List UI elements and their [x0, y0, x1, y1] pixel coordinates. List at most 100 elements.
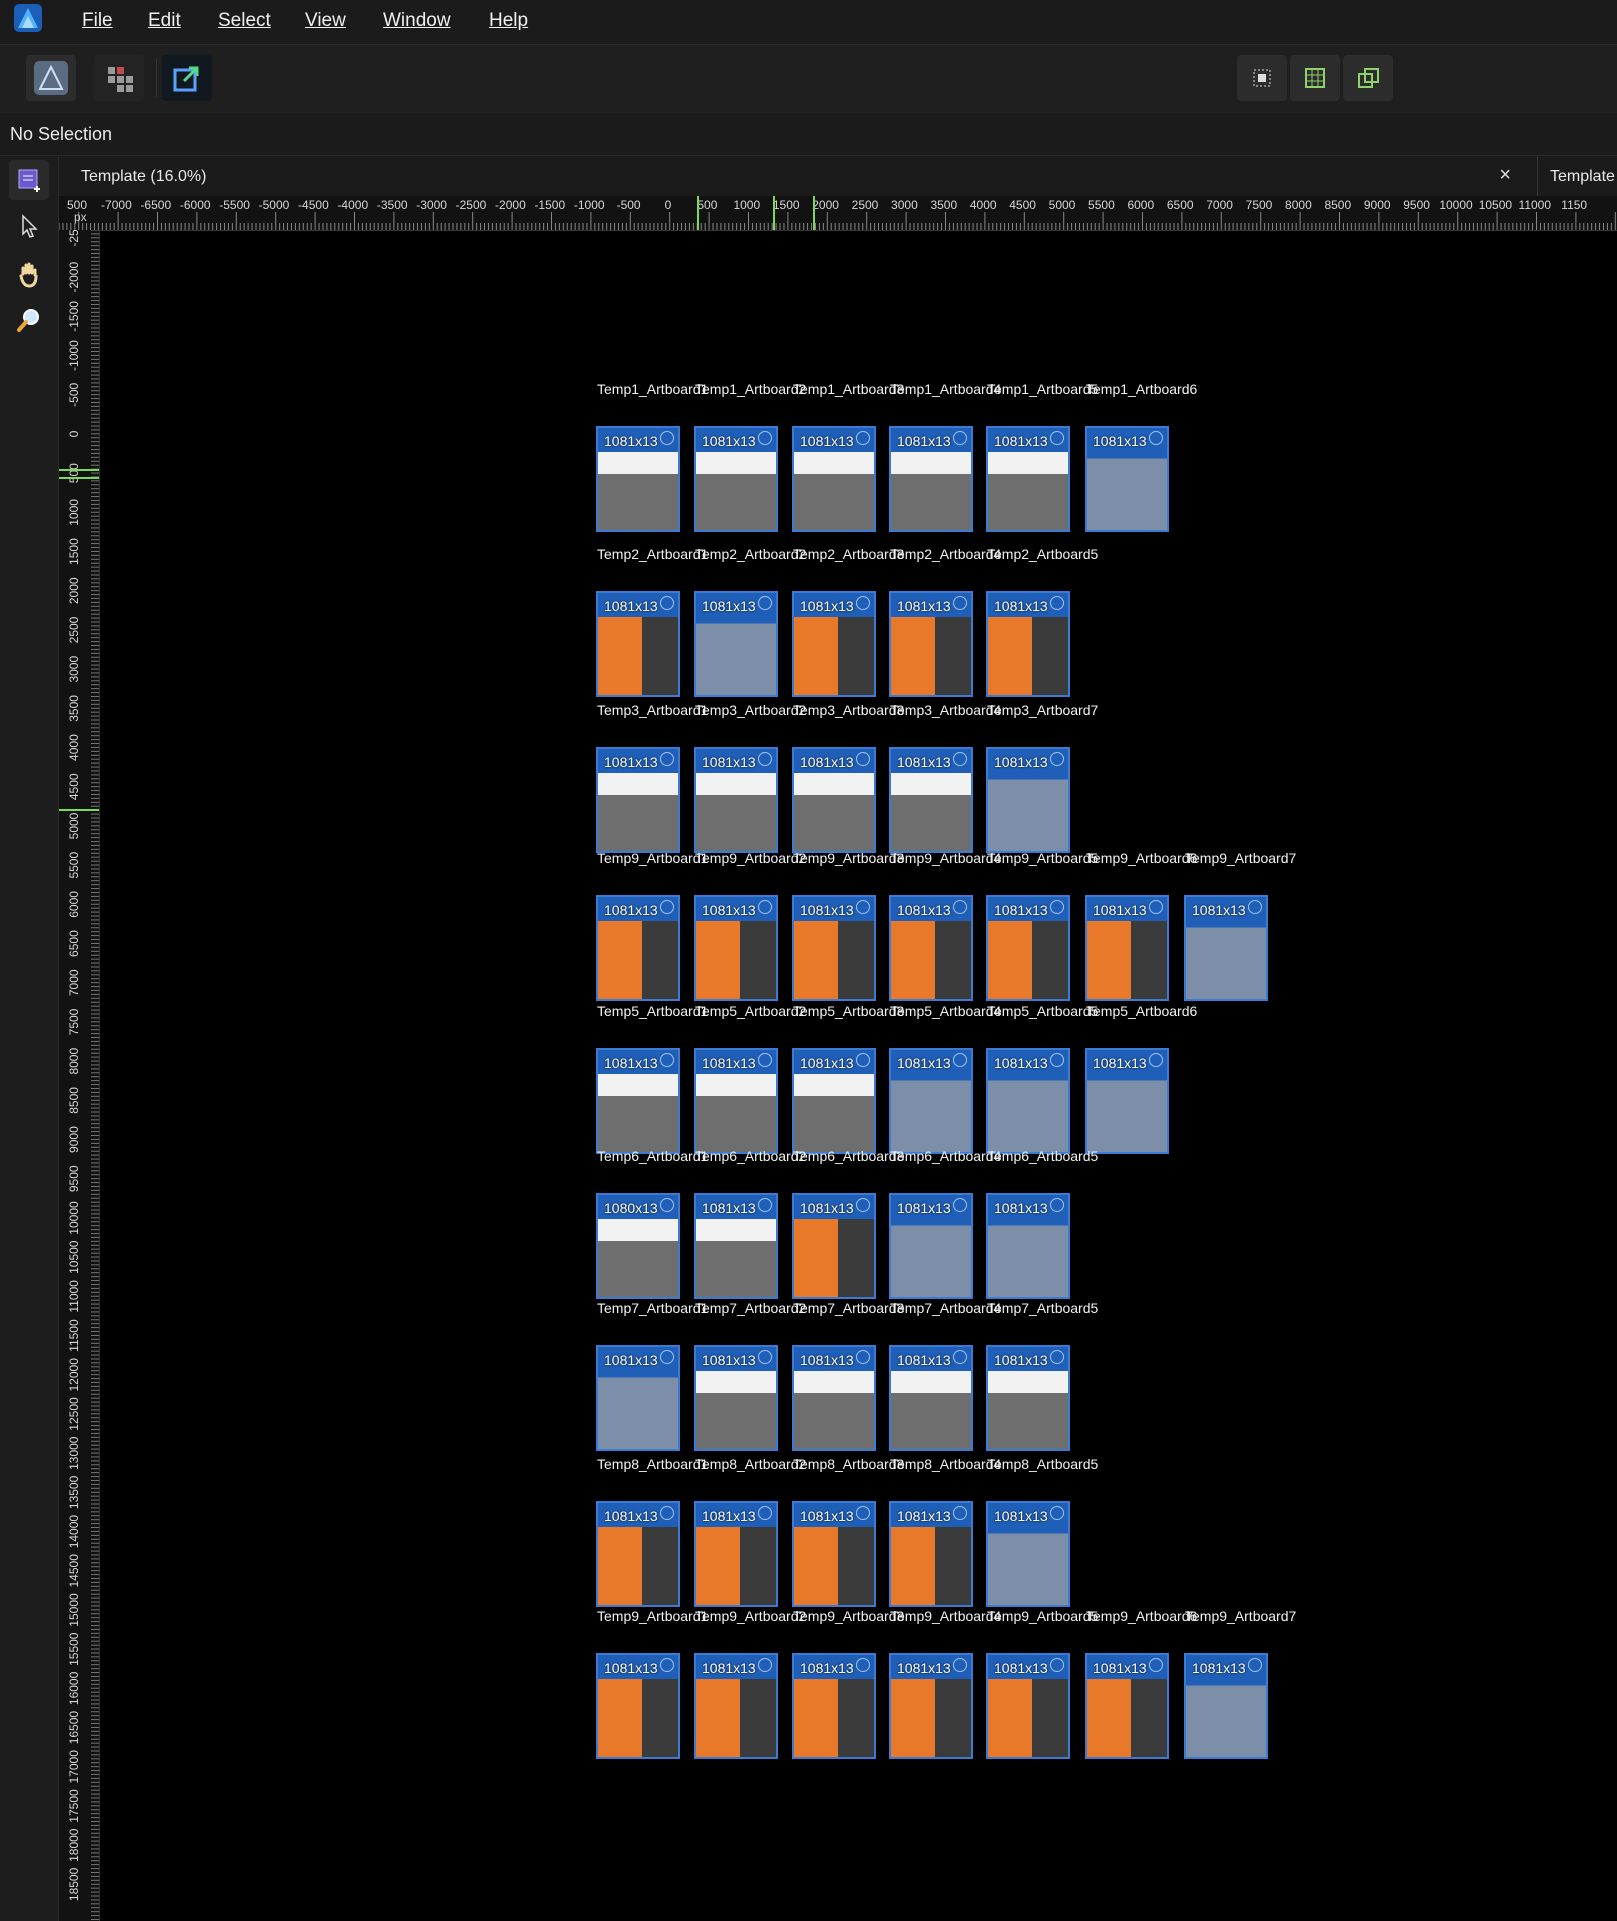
menu-file[interactable]: File [82, 10, 113, 32]
artboard-thumbnail[interactable]: 1081x13 [986, 1653, 1070, 1759]
artboard-thumbnail[interactable]: 1081x13 [1085, 895, 1169, 1001]
artboard-thumbnail[interactable]: 1081x13 [596, 591, 680, 697]
artboard-label[interactable]: Temp3_Artboard2 [695, 702, 806, 718]
artboard-thumbnail[interactable]: 1081x13 [986, 1193, 1070, 1299]
artboard-label[interactable]: Temp9_Artboard6 [1086, 850, 1197, 866]
artboard-label[interactable]: Temp9_Artboard1 [597, 1608, 708, 1624]
export-persona-button[interactable] [162, 55, 212, 101]
artboard-label[interactable]: Temp9_Artboard1 [597, 850, 708, 866]
artboard-thumbnail[interactable]: 1081x13 [694, 1048, 778, 1154]
artboard-label[interactable]: Temp2_Artboard1 [597, 546, 708, 562]
artboard-label[interactable]: Temp5_Artboard4 [890, 1003, 1001, 1019]
artboard-thumbnail[interactable]: 1081x13 [694, 1501, 778, 1607]
artboard-label[interactable]: Temp9_Artboard2 [695, 850, 806, 866]
artboard-label[interactable]: Temp3_Artboard4 [890, 702, 1001, 718]
artboard-thumbnail[interactable]: 1081x13 [792, 426, 876, 532]
transform-origin-button[interactable] [1343, 55, 1393, 101]
artboard-label[interactable]: Temp8_Artboard1 [597, 1456, 708, 1472]
snap-to-pixel-button[interactable] [1237, 55, 1287, 101]
artboard-label[interactable]: Temp6_Artboard3 [793, 1148, 904, 1164]
artboard-thumbnail[interactable]: 1081x13 [792, 1653, 876, 1759]
artboard-label[interactable]: Temp8_Artboard4 [890, 1456, 1001, 1472]
artboard-thumbnail[interactable]: 1081x13 [792, 1501, 876, 1607]
artboard-thumbnail[interactable]: 1081x13 [596, 426, 680, 532]
artboard-label[interactable]: Temp1_Artboard3 [793, 381, 904, 397]
pixel-persona-button[interactable] [94, 55, 144, 101]
artboard-thumbnail[interactable]: 1081x13 [792, 1193, 876, 1299]
artboard-label[interactable]: Temp9_Artboard3 [793, 1608, 904, 1624]
artboard-thumbnail[interactable]: 1081x13 [889, 1653, 973, 1759]
artboard-label[interactable]: Temp6_Artboard2 [695, 1148, 806, 1164]
artboard-label[interactable]: Temp9_Artboard5 [987, 850, 1098, 866]
artboard-thumbnail[interactable]: 1081x13 [986, 1345, 1070, 1451]
artboard-label[interactable]: Temp1_Artboard5 [987, 381, 1098, 397]
artboard-thumbnail[interactable]: 1081x13 [986, 747, 1070, 853]
artboard-thumbnail[interactable]: 1081x13 [596, 1048, 680, 1154]
artboard-thumbnail[interactable]: 1081x13 [694, 1653, 778, 1759]
artboard-label[interactable]: Temp6_Artboard5 [987, 1148, 1098, 1164]
artboard-thumbnail[interactable]: 1081x13 [694, 1193, 778, 1299]
artboard-thumbnail[interactable]: 1081x13 [694, 747, 778, 853]
artboard-thumbnail[interactable]: 1081x13 [596, 1501, 680, 1607]
artboard-thumbnail[interactable]: 1081x13 [889, 1193, 973, 1299]
artboard-label[interactable]: Temp1_Artboard2 [695, 381, 806, 397]
artboard-thumbnail[interactable]: 1081x13 [792, 591, 876, 697]
artboard-thumbnail[interactable]: 1081x13 [1085, 1653, 1169, 1759]
artboard-label[interactable]: Temp7_Artboard4 [890, 1300, 1001, 1316]
artboard-thumbnail[interactable]: 1081x13 [889, 1048, 973, 1154]
menu-edit[interactable]: Edit [148, 10, 181, 32]
artboard-thumbnail[interactable]: 1081x13 [694, 895, 778, 1001]
artboard-label[interactable]: Temp2_Artboard4 [890, 546, 1001, 562]
artboard-thumbnail[interactable]: 1081x13 [986, 1501, 1070, 1607]
artboard-thumbnail[interactable]: 1081x13 [1184, 895, 1268, 1001]
artboard-label[interactable]: Temp3_Artboard1 [597, 702, 708, 718]
artboard-thumbnail[interactable]: 1081x13 [1184, 1653, 1268, 1759]
artboard-thumbnail[interactable]: 1081x13 [596, 895, 680, 1001]
artboard-thumbnail[interactable]: 1081x13 [792, 1048, 876, 1154]
artboard-label[interactable]: Temp9_Artboard7 [1185, 850, 1296, 866]
artboard-label[interactable]: Temp7_Artboard2 [695, 1300, 806, 1316]
artboard-label[interactable]: Temp2_Artboard5 [987, 546, 1098, 562]
artboard-label[interactable]: Temp9_Artboard3 [793, 850, 904, 866]
artboard-thumbnail[interactable]: 1081x13 [1085, 1048, 1169, 1154]
artboard-label[interactable]: Temp3_Artboard3 [793, 702, 904, 718]
menu-select[interactable]: Select [218, 10, 271, 32]
artboard-label[interactable]: Temp7_Artboard1 [597, 1300, 708, 1316]
affinity-designer-logo-icon[interactable] [12, 2, 44, 34]
artboard-label[interactable]: Temp9_Artboard5 [987, 1608, 1098, 1624]
artboard-label[interactable]: Temp6_Artboard1 [597, 1148, 708, 1164]
artboard-thumbnail[interactable]: 1081x13 [986, 591, 1070, 697]
artboard-thumbnail[interactable]: 1081x13 [694, 1345, 778, 1451]
artboard-label[interactable]: Temp1_Artboard6 [1086, 381, 1197, 397]
artboard-label[interactable]: Temp2_Artboard2 [695, 546, 806, 562]
artboard-label[interactable]: Temp5_Artboard5 [987, 1003, 1098, 1019]
artboard-label[interactable]: Temp6_Artboard4 [890, 1148, 1001, 1164]
artboard-thumbnail[interactable]: 1081x13 [986, 1048, 1070, 1154]
tab-template-2[interactable]: Template [1537, 156, 1617, 196]
view-tool[interactable] [9, 254, 49, 294]
artboard-label[interactable]: Temp8_Artboard5 [987, 1456, 1098, 1472]
artboard-label[interactable]: Temp9_Artboard4 [890, 850, 1001, 866]
grid-snap-button[interactable] [1290, 55, 1340, 101]
artboard-label[interactable]: Temp5_Artboard6 [1086, 1003, 1197, 1019]
artboard-thumbnail[interactable]: 1081x13 [986, 895, 1070, 1001]
artboard-label[interactable]: Temp5_Artboard3 [793, 1003, 904, 1019]
artboard-thumbnail[interactable]: 1081x13 [889, 1345, 973, 1451]
artboard-thumbnail[interactable]: 1081x13 [596, 1653, 680, 1759]
artboard-thumbnail[interactable]: 1081x13 [1085, 426, 1169, 532]
artboard-thumbnail[interactable]: 1081x13 [889, 747, 973, 853]
zoom-tool[interactable] [9, 300, 49, 340]
artboard-thumbnail[interactable]: 1081x13 [792, 895, 876, 1001]
horizontal-ruler[interactable]: 500 -7000 -6500 -6000 -5500 -5000 -4500 -4000 -3… [59, 196, 1617, 231]
artboard-thumbnail[interactable]: 1081x13 [596, 747, 680, 853]
artboard-thumbnail[interactable]: 1081x13 [986, 426, 1070, 532]
artboard-thumbnail[interactable]: 1081x13 [792, 747, 876, 853]
artboard-label[interactable]: Temp7_Artboard3 [793, 1300, 904, 1316]
artboard-label[interactable]: Temp8_Artboard2 [695, 1456, 806, 1472]
artboard-thumbnail[interactable]: 1081x13 [889, 426, 973, 532]
artboard-thumbnail[interactable]: 1081x13 [694, 426, 778, 532]
artboard-label[interactable]: Temp1_Artboard1 [597, 381, 708, 397]
artboard-thumbnail[interactable]: 1081x13 [889, 895, 973, 1001]
menu-view[interactable]: View [305, 10, 346, 32]
tab-template[interactable]: Template (16.0%) × [69, 156, 1525, 196]
